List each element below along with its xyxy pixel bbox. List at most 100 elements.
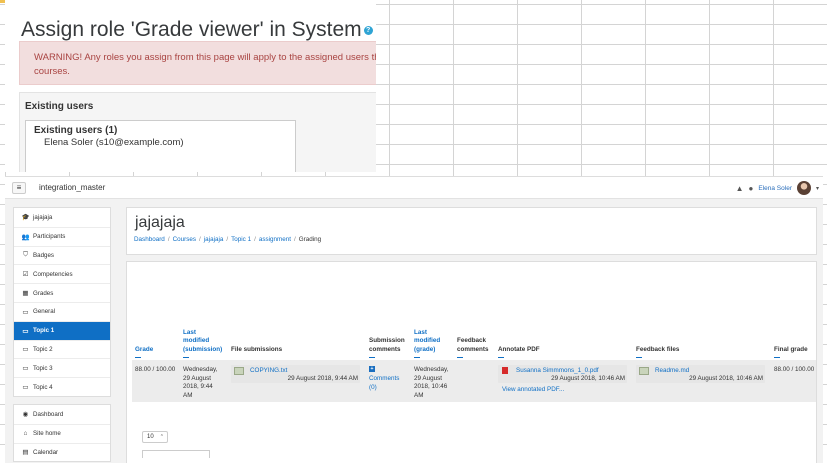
sidebar-item-label: Participants [33, 233, 66, 241]
chevron-icon: ⌃ [159, 434, 164, 440]
site-name[interactable]: integration_master [39, 183, 105, 192]
sidebar-item-label: General [33, 308, 56, 316]
page-title-text: Assign role 'Grade viewer' in System [21, 18, 362, 41]
sidebar-icon: ⌂ [23, 430, 28, 438]
column-header-last-modified-grade[interactable]: Last modified (grade) [414, 314, 456, 358]
expand-icon[interactable]: + [369, 366, 375, 372]
view-annotated-pdf-link[interactable]: View annotated PDF... [502, 386, 564, 395]
menu-icon[interactable]: ≡ [12, 182, 26, 194]
warning-alert: WARNING! Any roles you assign from this … [19, 41, 376, 85]
page-header: jajajaja [126, 207, 817, 255]
sidebar-icon: ▦ [22, 290, 29, 298]
sidebar-item-topic-1[interactable]: ▭ Topic 1 [14, 320, 110, 340]
sidebar-item-label: jajajaja [33, 213, 53, 221]
header-line: Feedback [457, 337, 487, 344]
last-modified-submission-value: Wednesday, 29 August 2018, 9:44 AM [183, 366, 229, 400]
options-panel [142, 450, 210, 458]
column-header-grade[interactable]: Grade [135, 314, 180, 358]
date-line: Wednesday, [414, 366, 449, 373]
sidebar-item-label: Topic 2 [33, 345, 53, 353]
sidebar-item-general[interactable]: ▭ General [14, 301, 110, 321]
sidebar-icon: 👥 [21, 233, 30, 241]
help-icon[interactable]: ? [363, 25, 373, 35]
column-header-file-submissions: File submissions [231, 314, 351, 354]
grade-value: 88.00 / 100.00 [135, 366, 176, 373]
sort-indicator [414, 356, 420, 358]
sidebar-item-competencies[interactable]: ☑ Competencies [14, 264, 110, 283]
sidebar-item-label: Topic 4 [33, 383, 53, 391]
user-name[interactable]: Elena Soler [758, 185, 792, 192]
sidebar-item-dashboard[interactable]: ◉ Dashboard [14, 405, 110, 424]
table-row: 88.00 / 100.00 Wednesday, 29 August 2018… [132, 360, 816, 402]
sidebar-item-topic-2[interactable]: ▭ Topic 2 [14, 339, 110, 359]
annotated-pdf-item: Susanna Simmmons_1_0.pdf 29 August 2018,… [498, 365, 627, 383]
breadcrumb-item: Grading [298, 236, 322, 243]
sort-indicator [498, 356, 504, 358]
column-header-feedback-files: Feedback files [636, 314, 716, 358]
grading-window: ≡ integration_master ▲ ● Elena Soler ▾ 🎓… [5, 176, 823, 463]
existing-users-select[interactable]: Existing users (1) Elena Soler (s10@exam… [25, 120, 296, 172]
date-line: 2018, 9:44 [183, 383, 213, 390]
breadcrumb-separator: / [294, 236, 296, 243]
feedback-file-link[interactable]: Readme.md [655, 367, 689, 374]
per-page-select[interactable]: 10 ⌃ [142, 431, 168, 443]
avatar[interactable] [796, 181, 811, 195]
column-header-feedback-files-label: Feedback files [636, 345, 680, 353]
sidebar-icon: 🎓 [21, 214, 30, 222]
column-header-file-submissions-label: File submissions [231, 345, 283, 353]
column-header-annotate-pdf: Annotate PDF [498, 314, 578, 358]
sidebar-item-calendar[interactable]: ▤ Calendar [14, 442, 110, 462]
nav-drawer: 🎓 jajajaja 👥 Participants ⛉ Badges ☑ Competenci… [13, 207, 111, 463]
header-line: (grade) [414, 345, 436, 353]
file-submission-date: 29 August 2018, 9:44 AM [287, 375, 358, 382]
breadcrumb-separator: / [199, 236, 201, 243]
feedback-file-item: Readme.md 29 August 2018, 10:46 AM [636, 365, 765, 383]
annotated-pdf-date: 29 August 2018, 10:46 AM [551, 375, 625, 382]
sidebar-item-jajajaja[interactable]: 🎓 jajajaja [14, 208, 110, 227]
sidebar-item-topic-4[interactable]: ▭ Topic 4 [14, 377, 110, 396]
date-line: AM [183, 391, 193, 399]
sidebar-icon: ◉ [22, 411, 29, 419]
sort-indicator [135, 356, 141, 358]
sidebar-item-badges[interactable]: ⛉ Badges [14, 245, 110, 265]
breadcrumb-item[interactable]: Dashboard [134, 236, 165, 243]
existing-user-option[interactable]: Elena Soler (s10@example.com) [44, 137, 184, 148]
breadcrumb-separator: / [167, 236, 170, 243]
column-header-final-grade-label: Final grade [774, 345, 808, 353]
breadcrumb-item[interactable]: Topic 1 [231, 236, 251, 243]
sidebar-icon: ▭ [22, 346, 29, 354]
message-icon[interactable]: ● [749, 184, 754, 193]
file-submission-link[interactable]: COPYING.txt [250, 367, 287, 374]
sidebar-item-site-home[interactable]: ⌂ Site home [14, 423, 110, 443]
breadcrumb-item[interactable]: Courses [173, 236, 196, 243]
submission-comments-toggle[interactable]: + Comments (0) [369, 366, 409, 392]
header-line: Last [414, 328, 427, 336]
user-menu-area: ▲ ● Elena Soler ▾ [736, 180, 819, 196]
comments-label[interactable]: Comments [369, 375, 409, 384]
site-nav-group: ◉ Dashboard ⌂ Site home ▤ Calendar [13, 403, 111, 463]
breadcrumb: Dashboard / Courses / jajajaja / Topic 1/assig… [134, 236, 321, 243]
sidebar-item-label: Topic 1 [33, 327, 55, 335]
bell-icon[interactable]: ▲ [736, 184, 744, 193]
annotated-pdf-link[interactable]: Susanna Simmmons_1_0.pdf [516, 367, 599, 374]
sidebar-item-grades[interactable]: ▦ Grades [14, 283, 110, 302]
column-header-last-modified-submission[interactable]: Last modified (submission) [183, 314, 228, 358]
column-header-submission-comments: Submission comments [369, 314, 411, 358]
sidebar-item-topic-3[interactable]: ▭ Topic 3 [14, 358, 110, 377]
comments-count[interactable]: (0) [369, 384, 409, 393]
sidebar-icon: ⛉ [23, 251, 28, 259]
sidebar-icon: ▭ [22, 308, 29, 316]
sidebar-icon: ▭ [22, 365, 29, 373]
sidebar-item-participants[interactable]: 👥 Participants [14, 226, 110, 246]
sort-indicator [774, 356, 780, 358]
text-file-icon [639, 367, 649, 375]
breadcrumb-item[interactable]: jajajaja [204, 236, 224, 243]
breadcrumb-item[interactable]: assignment [259, 236, 291, 243]
sidebar-item-label: Competencies [33, 270, 73, 278]
header-line: Last [183, 328, 196, 336]
chevron-down-icon[interactable]: ▾ [816, 185, 819, 192]
sidebar-icon: ▤ [22, 449, 29, 457]
sidebar-item-label: Topic 3 [33, 364, 53, 372]
feedback-file-date: 29 August 2018, 10:46 AM [689, 375, 763, 382]
warning-text-line1: WARNING! Any roles you assign from this … [34, 52, 376, 63]
